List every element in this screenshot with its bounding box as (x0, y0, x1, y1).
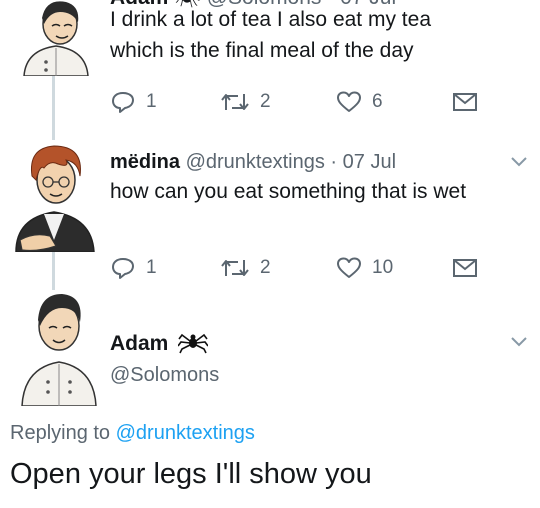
like-count: 6 (372, 91, 383, 112)
author-handle[interactable]: @drunktextings (186, 151, 325, 173)
tweet-time[interactable]: 07 Jul (343, 151, 396, 173)
thread-line (52, 252, 55, 290)
tweet-actions: 1 2 10 (110, 256, 480, 280)
avatar-adam[interactable] (18, 290, 100, 406)
tweet-text: I drink a lot of tea I also eat my tea w… (110, 4, 431, 66)
author-name[interactable]: Adam (110, 332, 168, 355)
reply-button[interactable]: 1 (110, 256, 157, 280)
message-button[interactable] (452, 90, 478, 114)
tweet-text-line: which is the final meal of the day (110, 39, 414, 62)
tweet-text: how can you eat something that is wet (110, 180, 467, 203)
separator: · (330, 151, 338, 173)
like-count: 10 (372, 257, 394, 278)
like-button[interactable]: 10 (336, 256, 393, 280)
avatar-medina[interactable] (10, 140, 100, 252)
replying-label: Replying to (10, 422, 111, 444)
reply-count: 1 (146, 91, 157, 112)
spider-icon (177, 333, 209, 354)
reply-button[interactable]: 1 (110, 90, 157, 114)
like-button[interactable]: 6 (336, 90, 383, 114)
like-icon (337, 91, 361, 112)
avatar-adam[interactable] (16, 0, 96, 76)
author-handle[interactable]: @Solomons (110, 364, 219, 387)
message-icon (453, 93, 477, 111)
thread-line (52, 76, 55, 140)
retweet-button[interactable]: 2 (220, 256, 271, 280)
retweet-icon (221, 260, 249, 276)
message-icon (453, 259, 477, 277)
tweet-actions: 1 2 6 (110, 90, 480, 114)
tweet-header: mëdina @drunktextings · 07 Jul (110, 150, 396, 174)
retweet-count: 2 (260, 257, 271, 278)
replying-handle-link[interactable]: @drunktextings (116, 422, 255, 444)
tweet-text: Open your legs I'll show you (10, 458, 372, 490)
replying-to: Replying to @drunktextings (10, 422, 255, 445)
chevron-down-icon[interactable] (510, 336, 528, 348)
message-button[interactable] (452, 256, 478, 280)
author-name-row: Adam (110, 330, 209, 356)
reply-icon (112, 92, 134, 113)
reply-icon (112, 258, 134, 279)
tweet-text-line: I drink a lot of tea I also eat my tea (110, 8, 431, 31)
reply-count: 1 (146, 257, 157, 278)
chevron-down-icon[interactable] (510, 156, 528, 168)
author-name[interactable]: mëdina (110, 151, 180, 173)
retweet-icon (221, 94, 249, 110)
retweet-count: 2 (260, 91, 271, 112)
like-icon (337, 257, 361, 278)
retweet-button[interactable]: 2 (220, 90, 271, 114)
